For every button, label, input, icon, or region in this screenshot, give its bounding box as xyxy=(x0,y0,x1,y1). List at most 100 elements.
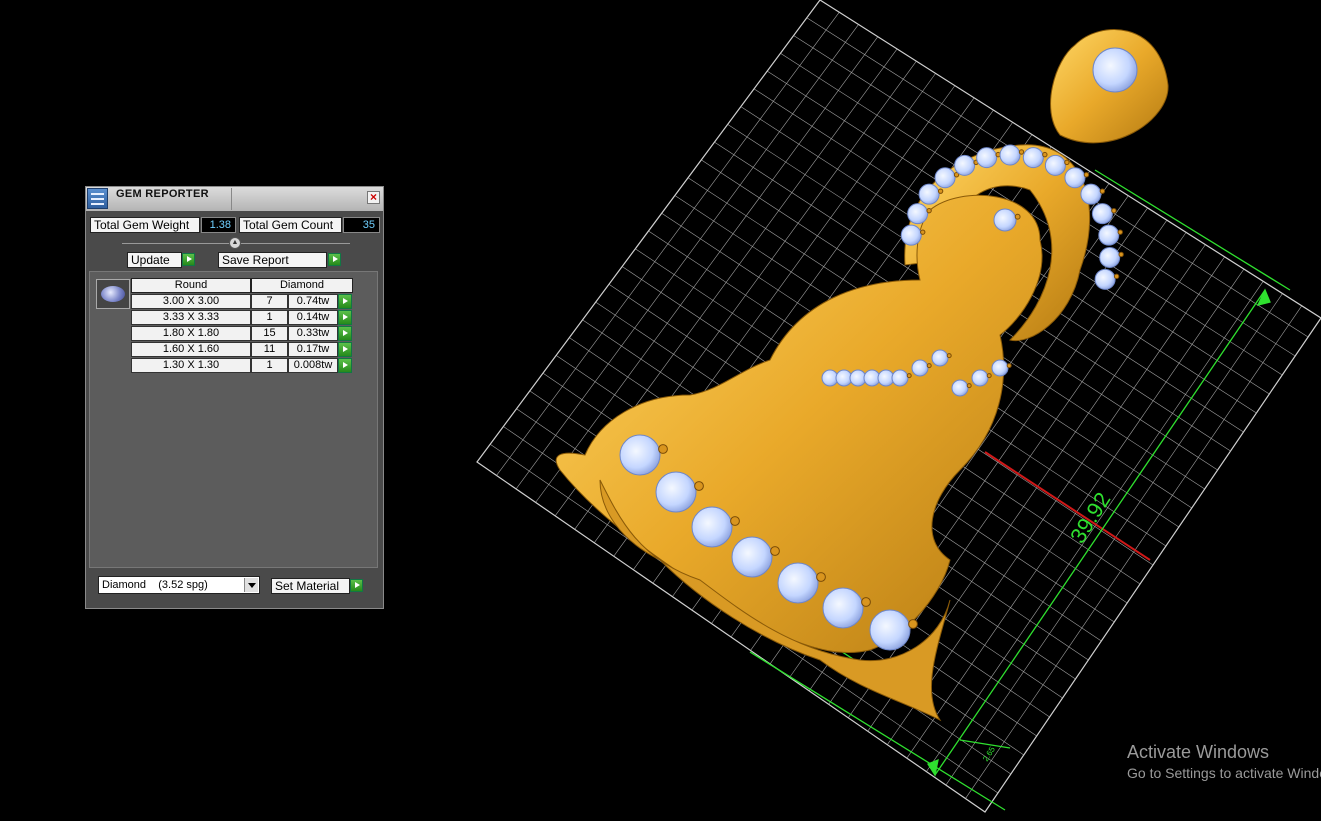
total-gem-weight-label: Total Gem Weight xyxy=(90,217,200,233)
gemstone[interactable] xyxy=(907,203,929,225)
set-material-play-icon[interactable] xyxy=(350,579,363,592)
gemstone[interactable] xyxy=(1080,183,1102,205)
gemstone[interactable] xyxy=(993,208,1017,232)
gemstone[interactable] xyxy=(976,147,998,169)
prong-bead xyxy=(1111,207,1117,214)
gem-reporter-panel: GEM REPORTER × Total Gem Weight 1.38 Tot… xyxy=(85,186,384,609)
x-axis-line xyxy=(984,451,1151,561)
update-button[interactable]: Update xyxy=(127,252,182,268)
gemstone[interactable] xyxy=(971,369,989,387)
shape-column-header: Round xyxy=(131,278,251,293)
row-select-play-icon[interactable] xyxy=(338,326,352,341)
gem-size-cell: 1.60 X 1.60 xyxy=(131,342,251,357)
title-separator xyxy=(231,188,232,210)
prong-bead xyxy=(816,572,826,582)
gemstone[interactable] xyxy=(777,562,819,604)
gem-weight-cell: 0.14tw xyxy=(288,310,338,325)
prong-bead xyxy=(926,363,932,369)
collapse-toggle[interactable]: ▲ xyxy=(229,237,241,249)
prong-bead xyxy=(1014,213,1021,220)
prong-bead xyxy=(1113,273,1120,280)
gemstone[interactable] xyxy=(655,471,697,513)
prong-bead xyxy=(694,481,704,491)
gemstone[interactable] xyxy=(731,536,773,578)
prong-bead xyxy=(937,188,944,194)
prong-bead xyxy=(946,353,952,359)
pendant-model[interactable] xyxy=(555,29,1169,722)
gemstone[interactable] xyxy=(869,609,911,651)
gemstone[interactable] xyxy=(891,369,909,387)
prong-bead xyxy=(1064,159,1070,166)
gem-list-area: Round Diamond 3.00 X 3.00 7 0.74tw 3.33 X 3… xyxy=(89,271,378,568)
row-select-play-icon[interactable] xyxy=(338,358,352,373)
prong-bead xyxy=(1083,172,1090,178)
row-select-play-icon[interactable] xyxy=(338,310,352,325)
prong-bead xyxy=(730,516,740,526)
gemstone[interactable] xyxy=(918,183,940,205)
total-gem-weight-value: 1.38 xyxy=(201,217,236,233)
gemstone[interactable] xyxy=(931,349,949,367)
chevron-down-icon[interactable] xyxy=(244,578,258,592)
prong-bead xyxy=(920,229,926,235)
gemstone[interactable] xyxy=(619,434,661,476)
gemstone[interactable] xyxy=(1098,224,1120,246)
set-material-button[interactable]: Set Material xyxy=(271,578,350,594)
gem-weight-cell: 0.008tw xyxy=(288,358,338,373)
gem-count-cell: 7 xyxy=(251,294,288,309)
material-select[interactable]: Diamond (3.52 spg) xyxy=(98,576,260,594)
grid-line xyxy=(965,305,1302,799)
total-gem-count-value: 35 xyxy=(343,217,380,233)
save-report-button[interactable]: Save Report xyxy=(218,252,327,268)
gem-size-cell: 3.00 X 3.00 xyxy=(131,294,251,309)
gem-weight-cell: 0.17tw xyxy=(288,342,338,357)
gem-size-cell: 3.33 X 3.33 xyxy=(131,310,251,325)
update-play-icon[interactable] xyxy=(182,253,195,266)
row-select-play-icon[interactable] xyxy=(338,294,352,309)
gemstone[interactable] xyxy=(999,144,1021,166)
material-select-value: Diamond (3.52 spg) xyxy=(102,579,208,591)
gemstone[interactable] xyxy=(1099,246,1121,268)
watermark-subtitle: Go to Settings to activate Windows. xyxy=(1127,765,1321,781)
prong-bead xyxy=(861,597,871,607)
round-gem-icon[interactable] xyxy=(96,279,130,309)
prong-bead xyxy=(908,619,918,629)
gemstone[interactable] xyxy=(934,167,956,189)
gemstone[interactable] xyxy=(1094,268,1116,290)
gem-weight-cell: 0.33tw xyxy=(288,326,338,341)
gem-count-cell: 1 xyxy=(251,310,288,325)
windows-activation-watermark: Activate Windows Go to Settings to activ… xyxy=(1127,742,1321,781)
prong-bead xyxy=(770,546,780,556)
gemstone[interactable] xyxy=(1022,147,1044,169)
gem-count-cell: 15 xyxy=(251,326,288,341)
panel-titlebar[interactable]: GEM REPORTER × xyxy=(86,187,383,211)
gemstone[interactable] xyxy=(954,154,976,176)
material-column-header: Diamond xyxy=(251,278,353,293)
gem-weight-cell: 0.74tw xyxy=(288,294,338,309)
gemstone[interactable] xyxy=(1064,167,1086,189)
gemstone[interactable] xyxy=(911,359,929,377)
gemstone[interactable] xyxy=(691,506,733,548)
gemstone[interactable] xyxy=(1044,154,1066,176)
prong-bead xyxy=(926,207,932,214)
prong-bead xyxy=(1042,151,1048,158)
gem-count-cell: 11 xyxy=(251,342,288,357)
watermark-title: Activate Windows xyxy=(1127,742,1270,762)
gemstone[interactable] xyxy=(900,224,922,246)
gemstone[interactable] xyxy=(951,379,969,397)
panel-title: GEM REPORTER xyxy=(116,188,209,200)
prong-bead xyxy=(966,383,972,389)
total-gem-count-label: Total Gem Count xyxy=(239,217,342,233)
prong-bead xyxy=(1099,188,1106,194)
gem-size-cell: 1.30 X 1.30 xyxy=(131,358,251,373)
row-select-play-icon[interactable] xyxy=(338,342,352,357)
gem-count-cell: 1 xyxy=(251,358,288,373)
prong-bead xyxy=(1118,251,1124,258)
prong-bead xyxy=(1018,149,1025,155)
close-icon[interactable]: × xyxy=(367,191,380,204)
gem-size-cell: 1.80 X 1.80 xyxy=(131,326,251,341)
prong-bead xyxy=(658,444,668,454)
save-report-play-icon[interactable] xyxy=(328,253,341,266)
gemstone[interactable] xyxy=(1091,203,1113,225)
gemstone[interactable] xyxy=(991,359,1009,377)
gemstone[interactable] xyxy=(822,587,864,629)
